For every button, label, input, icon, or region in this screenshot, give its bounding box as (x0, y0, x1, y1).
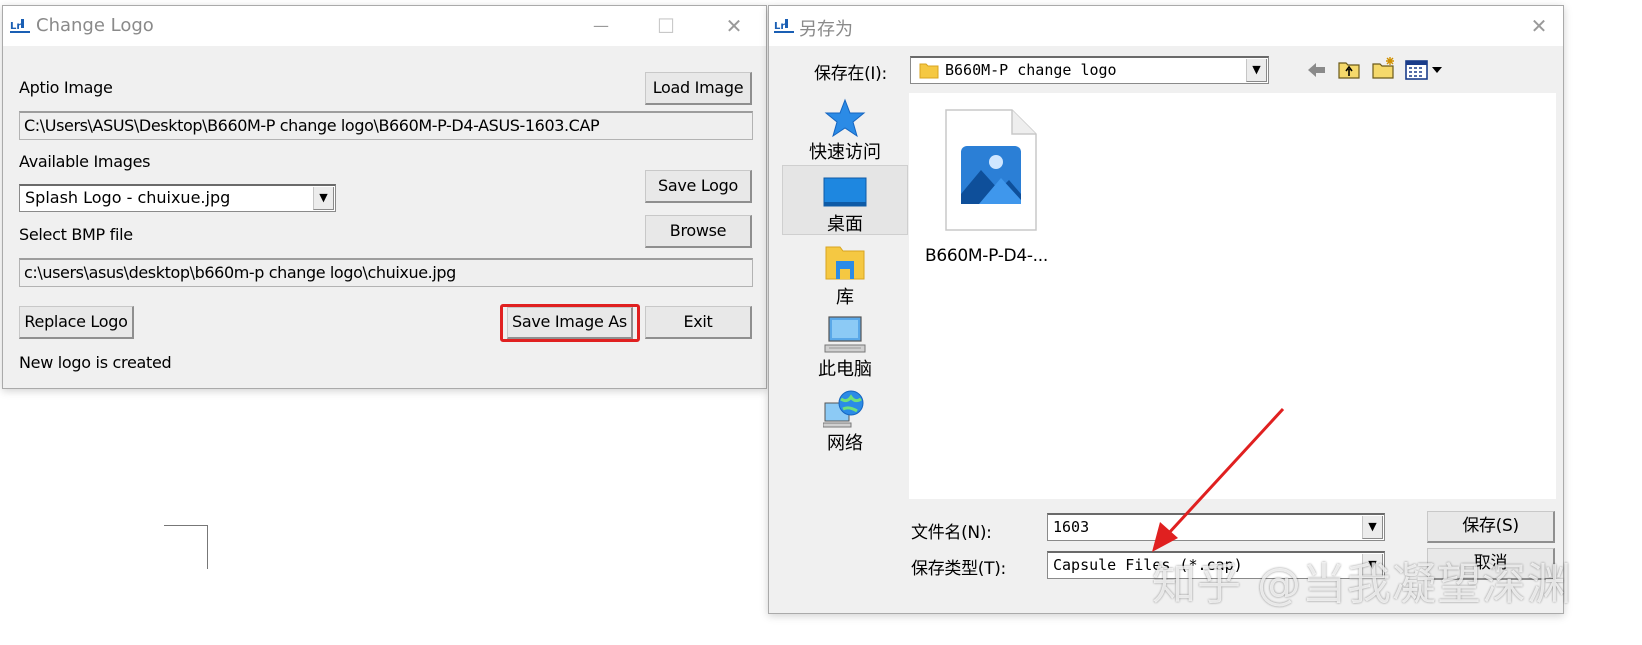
watermark: 知乎 @当我凝望深渊 (1152, 559, 1572, 610)
